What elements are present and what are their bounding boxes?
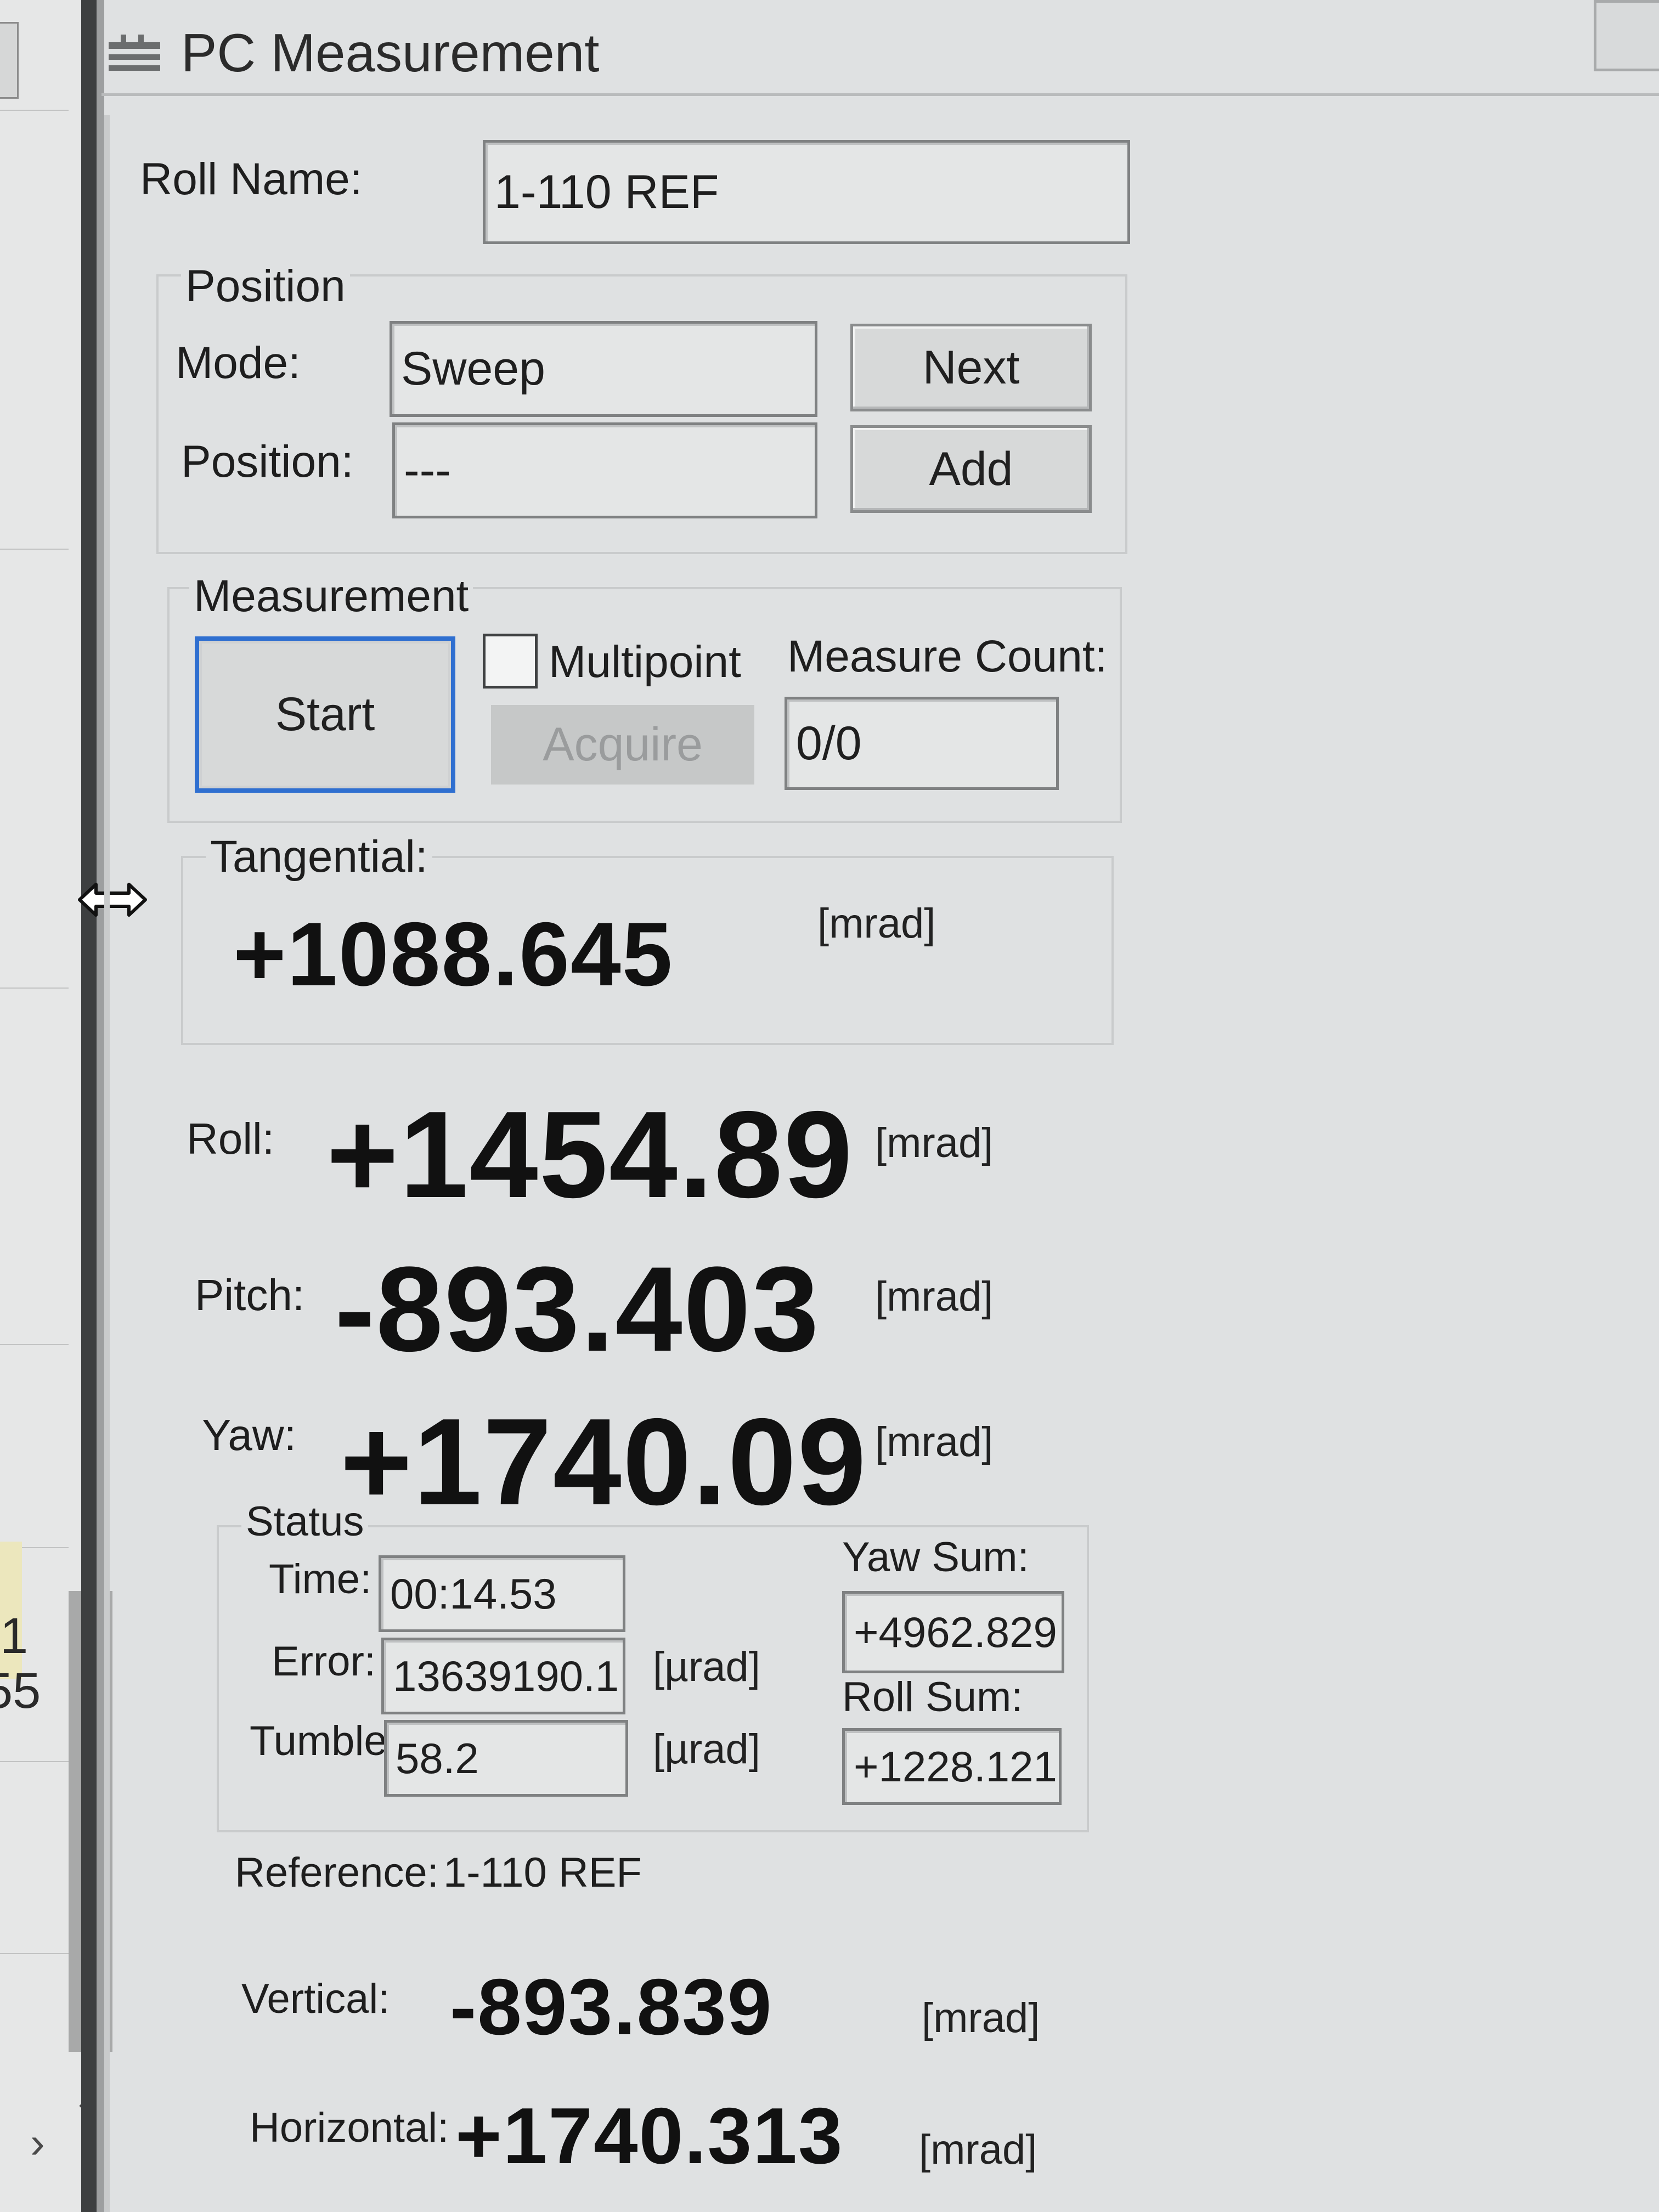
mode-label: Mode: — [176, 338, 301, 388]
background-tab[interactable] — [0, 22, 19, 99]
chevron-right-icon[interactable]: › — [30, 2118, 45, 2168]
title-divider — [101, 93, 1659, 96]
roll-sum-label: Roll Sum: — [842, 1674, 1023, 1720]
roll-label: Roll: — [187, 1114, 275, 1163]
pitch-value: -893.403 — [335, 1242, 820, 1376]
time-label: Time: — [269, 1556, 372, 1602]
start-button[interactable]: Start — [195, 636, 455, 793]
status-group-label: Status — [241, 1498, 369, 1545]
multipoint-label: Multipoint — [549, 637, 741, 687]
cell-value: 55 — [0, 1663, 41, 1719]
position-group-label: Position — [181, 261, 350, 312]
yaw-sum-field[interactable]: +4962.829 — [842, 1591, 1064, 1673]
splitter-bar[interactable] — [81, 0, 97, 2212]
roll-name-label: Roll Name: — [140, 154, 363, 204]
horizontal-value: +1740.313 — [455, 2091, 844, 2180]
position-label: Position: — [181, 437, 354, 487]
position-field[interactable]: --- — [392, 422, 817, 518]
grid-line — [0, 1953, 69, 1954]
pitch-label: Pitch: — [195, 1271, 305, 1319]
mode-field[interactable]: Sweep — [390, 321, 817, 417]
yaw-unit: [mrad] — [875, 1419, 994, 1465]
yaw-sum-label: Yaw Sum: — [842, 1534, 1029, 1581]
tangential-unit: [mrad] — [817, 900, 936, 947]
vertical-label: Vertical: — [241, 1976, 390, 2022]
acquire-button[interactable]: Acquire — [491, 705, 754, 785]
background-app-sliver: 1 55 — [0, 0, 112, 2212]
tumble-unit: [µrad] — [653, 1726, 760, 1773]
vertical-unit: [mrad] — [922, 1995, 1040, 2041]
grid-line — [0, 110, 69, 111]
grid-line — [0, 988, 69, 989]
panel-tab[interactable] — [1594, 0, 1659, 71]
panel-border — [104, 115, 132, 2212]
roll-name-field[interactable]: 1-110 REF — [483, 140, 1130, 244]
tangential-value: +1088.645 — [233, 904, 674, 1005]
time-field[interactable]: 00:14.53 — [379, 1555, 625, 1632]
error-field[interactable]: 13639190.1 — [381, 1638, 625, 1714]
roll-value: +1454.89 — [326, 1085, 854, 1223]
grid-line — [0, 1344, 69, 1345]
roll-sum-field[interactable]: +1228.121 — [842, 1728, 1062, 1805]
tumble-field[interactable]: 58.2 — [384, 1720, 628, 1797]
measure-count-label: Measure Count: — [787, 631, 1108, 681]
tumble-label: Tumble — [250, 1718, 387, 1764]
horizontal-unit: [mrad] — [919, 2126, 1037, 2173]
error-unit: [µrad] — [653, 1644, 760, 1690]
roll-unit: [mrad] — [875, 1120, 994, 1166]
yaw-label: Yaw: — [202, 1410, 296, 1459]
panel-icon — [109, 35, 160, 71]
error-label: Error: — [272, 1638, 376, 1685]
measurement-group-label: Measurement — [189, 571, 473, 622]
cell-value: 1 — [0, 1608, 29, 1664]
yaw-value: +1740.09 — [340, 1392, 867, 1531]
vertical-value: -893.839 — [450, 1962, 773, 2051]
measure-count-field[interactable]: 0/0 — [785, 697, 1059, 790]
panel-title: PC Measurement — [181, 22, 600, 83]
horizontal-label: Horizontal: — [250, 2104, 449, 2151]
reference-value: 1-110 REF — [443, 1849, 642, 1896]
tangential-label: Tangential: — [206, 831, 432, 883]
multipoint-checkbox[interactable] — [483, 634, 538, 689]
splitter-edge — [97, 0, 104, 2212]
add-button[interactable]: Add — [850, 425, 1092, 513]
next-button[interactable]: Next — [850, 324, 1092, 411]
grid-line — [0, 549, 69, 550]
pitch-unit: [mrad] — [875, 1273, 994, 1320]
grid-line — [0, 1761, 69, 1762]
reference-label: Reference: — [235, 1849, 439, 1896]
